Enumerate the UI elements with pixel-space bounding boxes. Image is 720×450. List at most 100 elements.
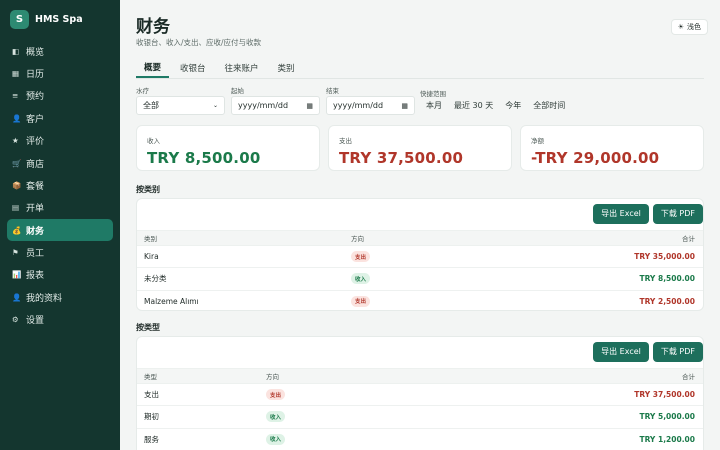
- profile-icon: 👤: [12, 292, 22, 302]
- summary-card: 支出 TRY 37,500.00: [328, 125, 512, 171]
- calendar-icon: ▦: [306, 101, 313, 110]
- sidebar-item-label: 预约: [26, 92, 45, 103]
- direction-filter-label: 水疗: [136, 87, 149, 95]
- sidebar-item-label: 我的资料: [26, 293, 63, 304]
- main-content: 财务 收银台、收入/支出、应收/应付与收款 ☀ 浅色 概要 收银台 往来账户 类别 水…: [120, 0, 720, 450]
- sidebar-item-label: 评价: [26, 137, 45, 148]
- direction-badge: 收入: [266, 411, 286, 423]
- finance-tabs: 概要 收银台 往来账户 类别: [136, 57, 704, 79]
- table-row: 支出 支出 TRY 37,500.00: [137, 384, 703, 407]
- column-header-total: 合计: [682, 373, 695, 381]
- start-date-label: 起始: [231, 87, 244, 95]
- row-total: TRY 37,500.00: [634, 390, 695, 400]
- table-row: Kira 支出 TRY 35,000.00: [137, 246, 703, 269]
- quick-range-label: 快捷范围: [420, 90, 446, 98]
- by-category-actions: 导出 Excel 下载 PDF: [137, 199, 703, 228]
- download-pdf-button[interactable]: 下载 PDF: [652, 203, 703, 224]
- sidebar-item-2[interactable]: ≡ 预约: [7, 85, 113, 107]
- sidebar-item-8[interactable]: 💰 财务: [7, 219, 113, 242]
- summary-card-value: TRY 8,500.00: [147, 149, 261, 167]
- row-direction: 支出: [351, 251, 611, 263]
- tab-1[interactable]: 收银台: [172, 57, 214, 78]
- brand-name: HMS Spa: [35, 13, 83, 25]
- summary-card: 收入 TRY 8,500.00: [136, 125, 320, 171]
- theme-toggle-button[interactable]: ☀ 浅色: [670, 19, 708, 35]
- sidebar-item-5[interactable]: 🛒 商店: [7, 152, 113, 174]
- page-subtitle: 收银台、收入/支出、应收/应付与收款: [136, 38, 262, 47]
- brand-logo: S: [10, 9, 29, 29]
- money-bag-icon: 💰: [12, 225, 22, 235]
- sidebar-item-label: 商店: [26, 159, 45, 170]
- row-direction: 支出: [266, 389, 566, 401]
- page-title: 财务: [136, 17, 170, 37]
- sidebar-item-10[interactable]: 📊 报表: [7, 264, 113, 286]
- summary-card-label: 净额: [531, 137, 544, 145]
- sidebar-item-3[interactable]: 👤 客户: [7, 107, 113, 129]
- sidebar-item-1[interactable]: ▦ 日历: [7, 62, 113, 84]
- summary-card-label: 支出: [339, 137, 352, 145]
- direction-select-value: 全部: [143, 101, 159, 110]
- end-date-input[interactable]: yyyy/mm/dd ▦: [326, 96, 415, 115]
- row-total: TRY 2,500.00: [639, 296, 695, 306]
- quick-range-filter: 快捷范围 本月 最近 30 天今年 全部时间: [420, 85, 710, 115]
- column-header-category: 类别: [144, 235, 157, 243]
- row-total: TRY 8,500.00: [639, 274, 695, 284]
- export-excel-button[interactable]: 导出 Excel: [593, 203, 649, 224]
- export-excel-button[interactable]: 导出 Excel: [593, 341, 649, 362]
- quick-range-options: 本月 最近 30 天今年 全部时间: [420, 96, 710, 115]
- by-category-rows: Kira 支出 TRY 35,000.00 未分类 收入 TRY 8,500.00 Malz…: [137, 246, 703, 310]
- row-total: TRY 1,200.00: [639, 434, 695, 444]
- direction-select[interactable]: 全部 ⌄: [136, 96, 225, 115]
- cart-icon: 🛒: [12, 158, 22, 168]
- brand[interactable]: S HMS Spa: [0, 0, 120, 38]
- summary-card-label: 收入: [147, 137, 160, 145]
- overview-icon: ◧: [12, 46, 20, 56]
- sidebar-nav: ◧ 概览 ▦ 日历 ≡ 预约 👤 客户 ★ 评价 🛒 商店 📦 套餐 ▤ 开单 💰 财务 ⚑ 员工 📊 报表 👤 我的资料 ⚙ 设…: [0, 40, 120, 331]
- summary-card: 净额 -TRY 29,000.00: [520, 125, 704, 171]
- row-name: 期初: [144, 412, 159, 422]
- sidebar-item-11[interactable]: 👤 我的资料: [7, 286, 113, 308]
- row-name: Malzeme Alımı: [144, 296, 199, 306]
- sidebar-item-6[interactable]: 📦 套餐: [7, 174, 113, 196]
- end-date-value: yyyy/mm/dd: [333, 101, 384, 110]
- quick-range-option[interactable]: 本月: [420, 100, 448, 111]
- tab-0[interactable]: 概要: [136, 57, 170, 78]
- by-type-panel: 导出 Excel 下载 PDF 类型 方向 合计 支出 支出 TRY 37,500.…: [136, 336, 704, 450]
- tab-2[interactable]: 往来账户: [217, 57, 267, 78]
- table-row: 服务 收入 TRY 1,200.00: [137, 429, 703, 450]
- gear-icon: ⚙: [12, 314, 19, 324]
- column-header-direction: 方向: [266, 373, 279, 381]
- direction-badge: 支出: [351, 251, 371, 263]
- row-name: 服务: [144, 434, 159, 444]
- calendar-icon: ▦: [12, 69, 20, 79]
- sidebar-item-4[interactable]: ★ 评价: [7, 130, 113, 152]
- order-icon: ▤: [12, 203, 20, 213]
- start-date-input[interactable]: yyyy/mm/dd ▦: [231, 96, 320, 115]
- sidebar-item-12[interactable]: ⚙ 设置: [7, 308, 113, 330]
- sidebar-item-label: 日历: [26, 70, 45, 81]
- sidebar-item-label: 套餐: [26, 182, 45, 193]
- by-category-title: 按类别: [136, 185, 160, 194]
- row-direction: 收入: [351, 273, 611, 285]
- sidebar-item-9[interactable]: ⚑ 员工: [7, 241, 113, 263]
- package-icon: 📦: [12, 181, 22, 191]
- flag-icon: ⚑: [12, 247, 19, 257]
- customer-icon: 👤: [12, 113, 22, 123]
- column-header-type: 类型: [144, 373, 157, 381]
- quick-range-option[interactable]: 今年: [499, 100, 527, 111]
- table-row: Malzeme Alımı 支出 TRY 2,500.00: [137, 291, 703, 310]
- download-pdf-button[interactable]: 下载 PDF: [652, 341, 703, 362]
- quick-range-option[interactable]: 最近 30 天: [448, 100, 499, 111]
- direction-badge: 收入: [351, 273, 371, 285]
- sidebar-item-0[interactable]: ◧ 概览: [7, 40, 113, 62]
- tab-3[interactable]: 类别: [270, 57, 303, 78]
- row-direction: 收入: [266, 433, 566, 445]
- quick-range-option[interactable]: 全部时间: [527, 100, 571, 111]
- start-date-value: yyyy/mm/dd: [238, 101, 289, 110]
- sidebar-item-7[interactable]: ▤ 开单: [7, 197, 113, 219]
- sidebar-item-label: 财务: [26, 226, 45, 237]
- by-type-actions: 导出 Excel 下载 PDF: [137, 337, 703, 366]
- row-name: 支出: [144, 390, 159, 400]
- by-type-title: 按类型: [136, 323, 160, 332]
- by-type-rows: 支出 支出 TRY 37,500.00 期初 收入 TRY 5,000.00 服务 收入 TRY…: [137, 384, 703, 450]
